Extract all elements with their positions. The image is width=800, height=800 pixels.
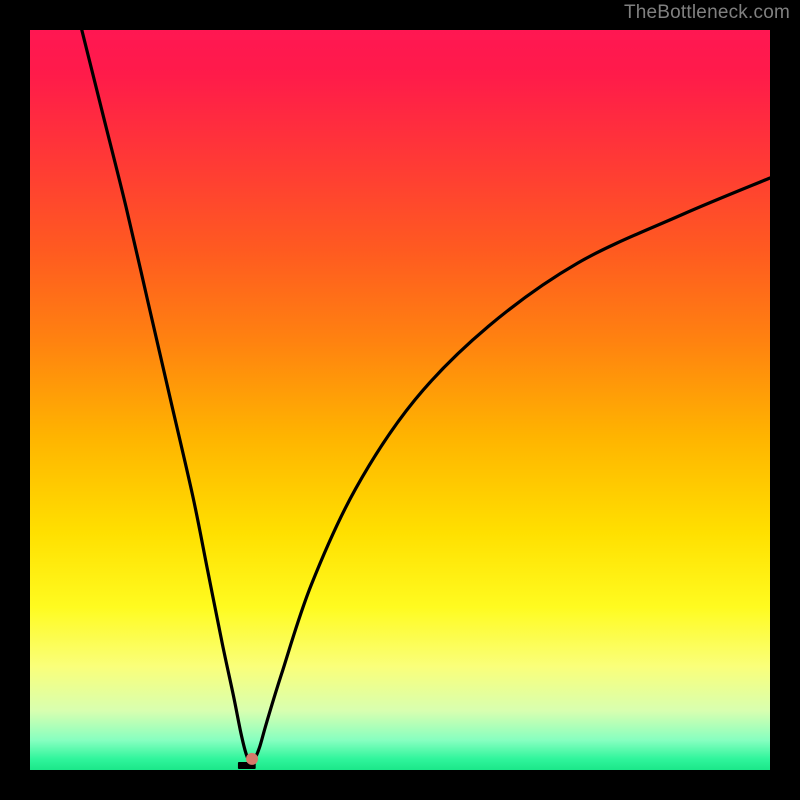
watermark-text: TheBottleneck.com (624, 2, 790, 24)
bottleneck-curve (82, 30, 770, 763)
chart-curve-layer (30, 30, 770, 770)
chart-frame (30, 30, 770, 770)
optimum-marker (246, 753, 258, 765)
